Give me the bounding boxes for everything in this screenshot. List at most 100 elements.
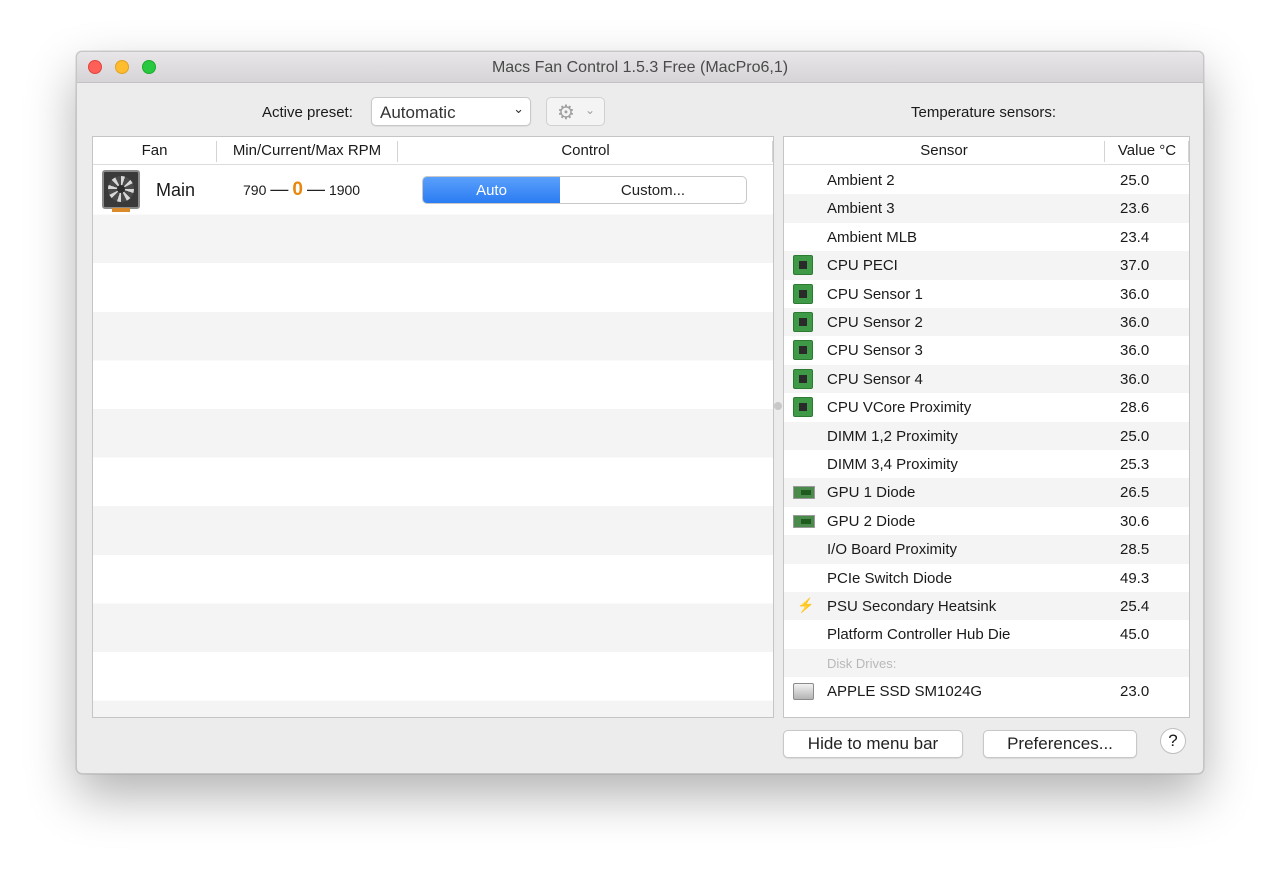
cpu-chip-icon [793,283,813,304]
sensor-name: APPLE SSD SM1024G [827,683,983,701]
auto-button[interactable]: Auto [423,177,560,203]
sensor-group-header: Disk Drives: [784,648,1189,678]
sensor-value: 36.0 [1120,370,1150,388]
sensor-value: 36.0 [1120,285,1150,303]
sensor-value: 36.0 [1120,342,1150,360]
lightning-icon: ⚡ [797,597,815,613]
preset-select-value: Automatic [380,103,456,122]
sensor-value: 25.0 [1120,172,1150,189]
sensor-row[interactable]: CPU Sensor 3 36.0 [784,336,1189,364]
sensor-name: I/O Board Proximity [827,541,958,559]
hide-to-menu-bar-button[interactable]: Hide to menu bar [783,730,963,758]
column-header-control[interactable]: Control [398,142,773,159]
gpu-card-icon [793,514,815,528]
sensor-name: CPU Sensor 1 [827,285,923,303]
custom-button[interactable]: Custom... [560,177,746,203]
sensor-value: 25.0 [1120,427,1150,445]
chevron-down-icon: ⌄ [513,101,524,116]
sensor-name: Ambient MLB [827,228,918,246]
sensor-row[interactable]: APPLE SSD SM1024G 23.0 [784,677,1189,705]
sensor-name: CPU Sensor 3 [827,342,923,360]
preset-select[interactable]: Automatic ⌄ [371,97,531,126]
cpu-chip-icon [793,312,813,332]
chevron-down-icon: ⌄ [584,103,595,117]
sensor-name: DIMM 3,4 Proximity [827,456,958,473]
sensor-row[interactable]: PCIe Switch Diode 49.3 [784,564,1189,592]
cpu-chip-icon [793,340,813,361]
sensor-value: 28.5 [1120,541,1150,559]
sensor-row[interactable]: CPU VCore Proximity 28.6 [784,393,1189,421]
sensor-row[interactable]: CPU PECI 37.0 [784,251,1189,280]
sensor-value: 23.4 [1120,228,1150,246]
sensor-name: PSU Secondary Heatsink [827,598,997,615]
fan-rpm: 790—0—1900 [243,179,361,200]
sensor-name: GPU 2 Diode [827,512,916,530]
fan-current-rpm: 0 [292,179,303,200]
help-button[interactable]: ? [1160,728,1186,754]
cpu-chip-icon [793,397,813,418]
sensor-row[interactable]: GPU 1 Diode 26.5 [784,478,1189,507]
column-header-sensor[interactable]: Sensor [784,142,1104,159]
title-bar[interactable]: Macs Fan Control 1.5.3 Free (MacPro6,1) [77,52,1203,83]
sensor-value: 23.6 [1120,200,1150,218]
sensor-value: 25.3 [1120,456,1150,473]
sensor-row[interactable]: ⚡ PSU Secondary Heatsink 25.4 [784,592,1189,621]
hard-disk-icon [793,683,814,701]
sensor-value: 49.3 [1120,569,1150,587]
sensor-value: 26.5 [1120,484,1150,502]
cpu-chip-icon [793,368,813,389]
sensor-row[interactable]: Platform Controller Hub Die 45.0 [784,620,1189,648]
sensor-name: CPU Sensor 2 [827,314,923,331]
sensor-value: 45.0 [1120,626,1150,644]
fan-icon [102,170,140,212]
cpu-chip-icon [793,255,813,276]
app-window: Macs Fan Control 1.5.3 Free (MacPro6,1) … [76,51,1204,774]
sensor-row[interactable]: DIMM 1,2 Proximity 25.0 [784,421,1189,450]
sensor-row[interactable]: Ambient 3 23.6 [784,194,1189,223]
fan-name: Main [156,180,196,200]
sensor-name: PCIe Switch Diode [827,569,953,587]
sensor-value: 23.0 [1120,683,1150,701]
gear-icon: ⚙ [557,102,575,124]
sensor-table-header: Sensor Value °C [784,137,1189,165]
preferences-button[interactable]: Preferences... [983,730,1137,758]
temperature-sensors-title: Temperature sensors: [911,104,1057,121]
sensor-value: 37.0 [1120,257,1150,275]
sensor-name: CPU PECI [827,257,898,275]
column-header-fan[interactable]: Fan [93,142,216,159]
table-background [93,166,773,717]
sensor-value: 28.6 [1120,399,1150,417]
fan-row-main[interactable]: Main 790—0—1900 Auto Custom... [93,166,773,215]
sensor-table: Sensor Value °C Ambient 2 25.0 Ambient 3 23… [783,136,1190,718]
split-view-divider[interactable] [774,402,782,410]
sensor-row[interactable]: CPU Sensor 1 36.0 [784,280,1189,308]
sensor-name: CPU Sensor 4 [827,370,923,388]
sensor-row[interactable]: DIMM 3,4 Proximity 25.3 [784,450,1189,478]
sensor-value: 36.0 [1120,314,1150,331]
sensor-name: Ambient 2 [827,172,895,189]
sensor-name: Disk Drives: [827,655,897,671]
sensor-name: DIMM 1,2 Proximity [827,427,958,445]
fan-table: Fan Min/Current/Max RPM Control Main 790… [92,136,774,718]
sensor-name: CPU VCore Proximity [827,399,972,417]
sensor-row[interactable]: Ambient 2 25.0 [784,166,1189,194]
sensor-name: GPU 1 Diode [827,484,916,502]
column-header-value[interactable]: Value °C [1105,142,1189,159]
fan-max-rpm: 1900 [328,182,361,198]
sensor-row[interactable]: I/O Board Proximity 28.5 [784,535,1189,564]
sensor-row[interactable]: CPU Sensor 4 36.0 [784,364,1189,394]
sensor-value: 30.6 [1120,512,1150,530]
sensor-name: Platform Controller Hub Die [827,626,1011,644]
sensor-row[interactable]: GPU 2 Diode 30.6 [784,507,1189,535]
sensor-value: 25.4 [1120,598,1150,615]
window-title: Macs Fan Control 1.5.3 Free (MacPro6,1) [491,59,789,76]
gear-menu-button[interactable]: ⚙ ⌄ [546,97,605,126]
fan-control-segmented: Auto Custom... [422,176,747,204]
sensor-row[interactable]: Ambient MLB 23.4 [784,223,1189,251]
sensor-row[interactable]: CPU Sensor 2 36.0 [784,308,1189,337]
gpu-card-icon [793,486,815,500]
fan-min-rpm: 790 [243,182,267,198]
sensor-name: Ambient 3 [827,200,895,218]
fan-table-header: Fan Min/Current/Max RPM Control [93,137,773,165]
column-header-rpm[interactable]: Min/Current/Max RPM [217,142,397,159]
